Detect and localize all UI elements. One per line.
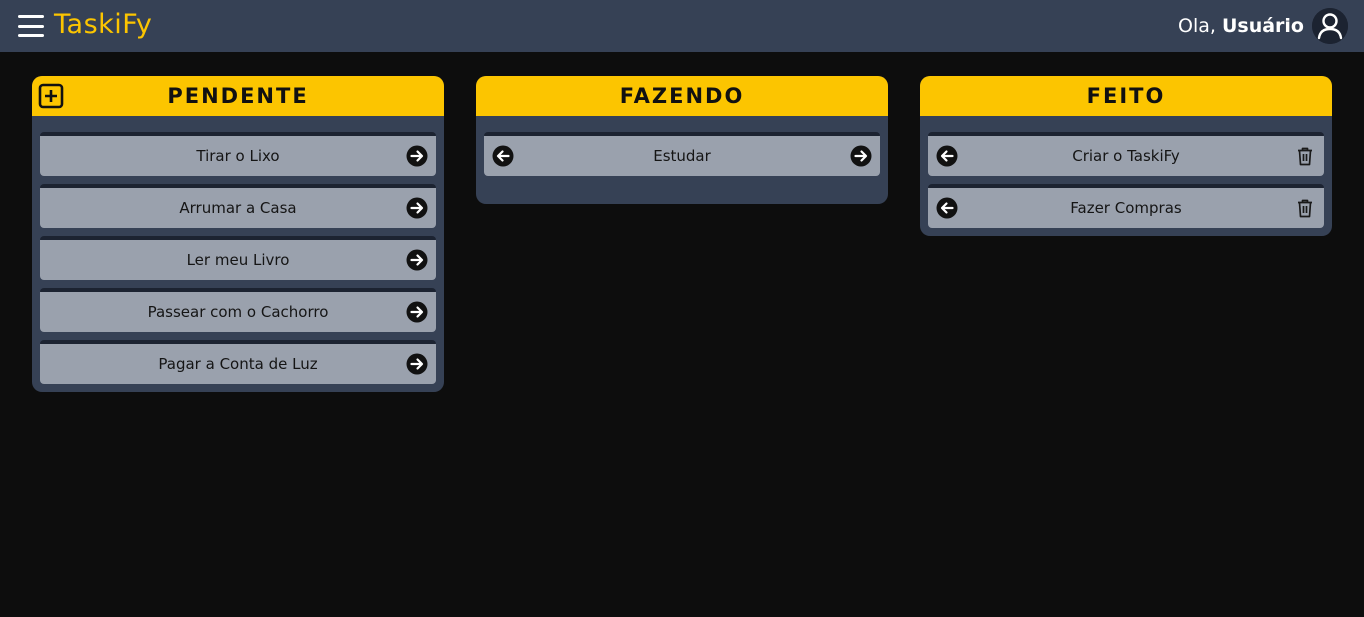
arrow-left-circle-icon[interactable] xyxy=(936,197,958,219)
task-list: Tirar o Lixo Arrumar a Casa Ler meu Livr… xyxy=(32,116,444,392)
task-card[interactable]: Pagar a Conta de Luz xyxy=(40,340,436,384)
task-list: Estudar xyxy=(476,116,888,204)
task-label: Pagar a Conta de Luz xyxy=(158,355,318,373)
arrow-right-circle-icon[interactable] xyxy=(406,353,428,375)
user-icon[interactable] xyxy=(1312,8,1348,44)
column-header: PENDENTE xyxy=(32,76,444,116)
plus-square-icon[interactable] xyxy=(38,83,64,109)
column-header: FEITO xyxy=(920,76,1332,116)
user-greeting: Ola, Usuário xyxy=(1178,13,1304,39)
column-fazendo: FAZENDO Estudar xyxy=(476,76,888,204)
task-card[interactable]: Tirar o Lixo xyxy=(40,132,436,176)
task-card[interactable]: Ler meu Livro xyxy=(40,236,436,280)
task-label: Tirar o Lixo xyxy=(196,147,280,165)
task-card[interactable]: Criar o TaskiFy xyxy=(928,132,1324,176)
column-header: FAZENDO xyxy=(476,76,888,116)
task-card[interactable]: Fazer Compras xyxy=(928,184,1324,228)
task-label: Passear com o Cachorro xyxy=(147,303,329,321)
arrow-left-circle-icon[interactable] xyxy=(936,145,958,167)
task-card[interactable]: Estudar xyxy=(484,132,880,176)
trash-icon[interactable] xyxy=(1294,145,1316,167)
column-title: PENDENTE xyxy=(167,84,309,108)
arrow-left-circle-icon[interactable] xyxy=(492,145,514,167)
hamburger-menu-icon[interactable] xyxy=(18,14,44,38)
column-title: FAZENDO xyxy=(619,84,745,108)
arrow-right-circle-icon[interactable] xyxy=(406,197,428,219)
task-label: Criar o TaskiFy xyxy=(1072,147,1180,165)
column-feito: FEITO Criar o TaskiFy Fazer Compras xyxy=(920,76,1332,236)
task-card[interactable]: Arrumar a Casa xyxy=(40,184,436,228)
task-list: Criar o TaskiFy Fazer Compras xyxy=(920,116,1332,236)
task-label: Fazer Compras xyxy=(1070,199,1182,217)
arrow-right-circle-icon[interactable] xyxy=(406,145,428,167)
user-name: Usuário xyxy=(1221,15,1304,37)
arrow-right-circle-icon[interactable] xyxy=(406,249,428,271)
greeting-prefix: Ola, xyxy=(1178,15,1216,37)
task-label: Estudar xyxy=(653,147,711,165)
brand-logo: TaskiFy xyxy=(54,9,153,40)
column-pendente: PENDENTE Tirar o Lixo Arrumar a Casa Ler… xyxy=(32,76,444,392)
trash-icon[interactable] xyxy=(1294,197,1316,219)
task-label: Ler meu Livro xyxy=(186,251,290,269)
task-card[interactable]: Passear com o Cachorro xyxy=(40,288,436,332)
arrow-right-circle-icon[interactable] xyxy=(850,145,872,167)
task-label: Arrumar a Casa xyxy=(179,199,297,217)
column-title: FEITO xyxy=(1086,84,1166,108)
arrow-right-circle-icon[interactable] xyxy=(406,301,428,323)
top-bar: TaskiFy Ola, Usuário xyxy=(0,0,1364,52)
